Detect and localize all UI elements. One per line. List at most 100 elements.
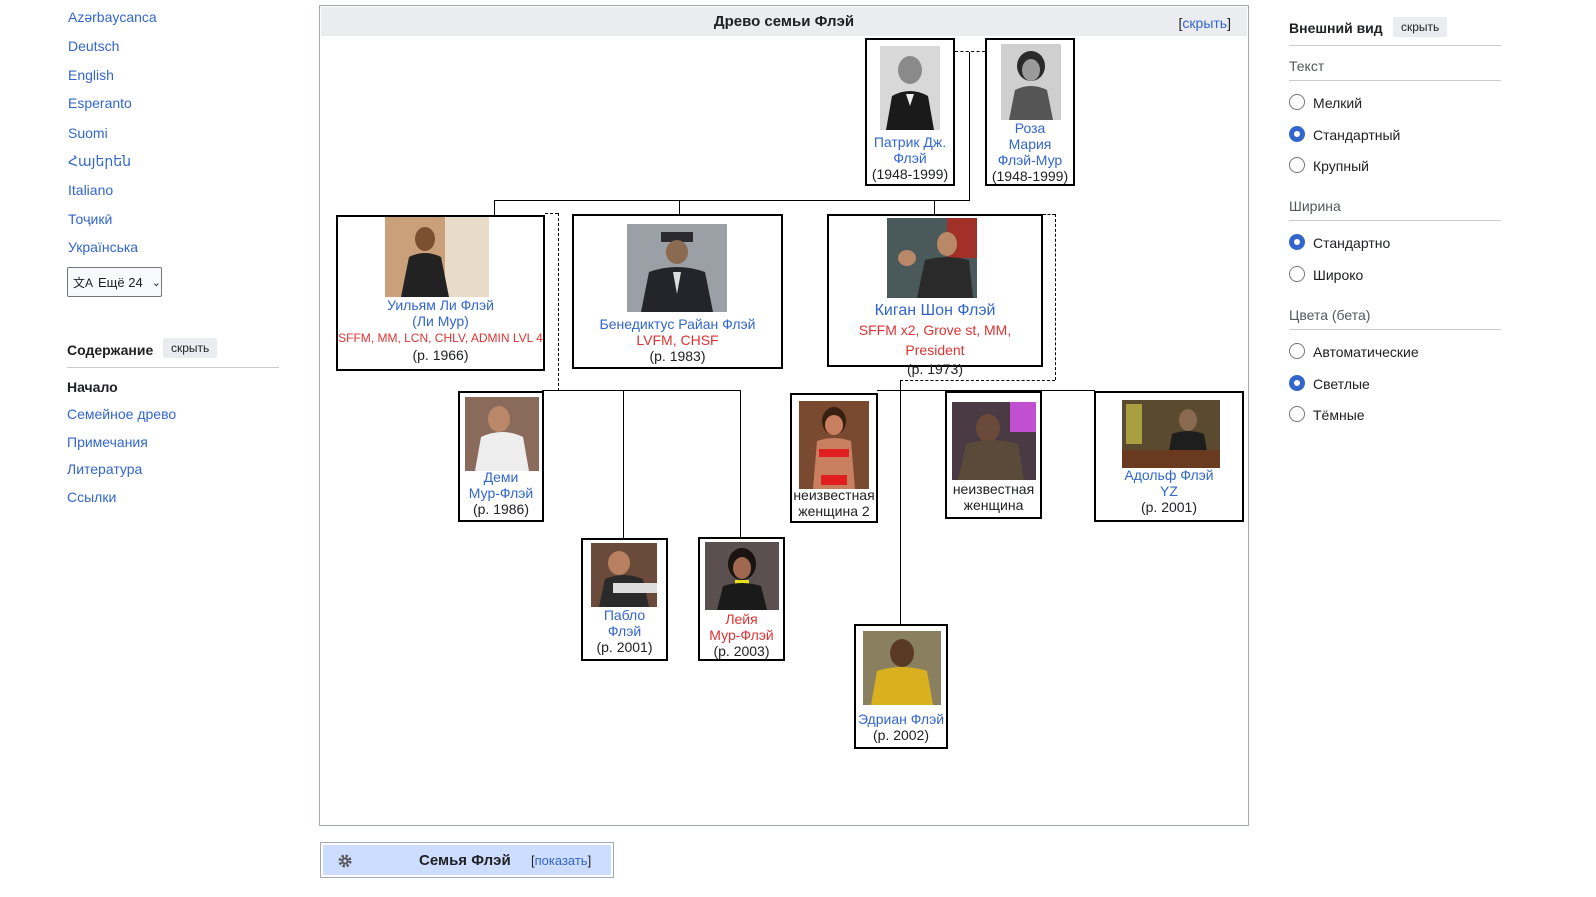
person-years: (р. 2001) bbox=[596, 639, 653, 655]
navbox-show-link[interactable]: показать bbox=[535, 853, 588, 868]
toc-item-notes[interactable]: Примечания bbox=[67, 434, 148, 450]
lang-link-tg[interactable]: Тоҷикӣ bbox=[68, 211, 112, 227]
portrait-photo bbox=[863, 631, 941, 705]
person-card-unknown-woman: неизвестная женщина bbox=[945, 391, 1042, 519]
person-link-adrian[interactable]: Эдриан Флэй bbox=[856, 711, 946, 727]
tree-line bbox=[679, 200, 680, 214]
radio-text-small[interactable] bbox=[1289, 94, 1305, 110]
family-tree-title: Древо семьи Флэй bbox=[713, 13, 855, 30]
gear-icon[interactable] bbox=[337, 853, 353, 869]
section-divider bbox=[1289, 220, 1501, 221]
person-link-rosa-2[interactable]: Мария bbox=[987, 136, 1073, 152]
translate-icon: 文A bbox=[73, 275, 94, 290]
appearance-title: Внешний вид bbox=[1289, 20, 1383, 36]
radio-color-light[interactable] bbox=[1289, 375, 1305, 391]
marriage-line bbox=[1055, 214, 1056, 380]
person-tags: SFFM x2, Grove st, MM, President bbox=[858, 322, 1012, 358]
person-card-adrian: Эдриан Флэй (р. 2002) bbox=[854, 624, 948, 749]
person-link-rosa[interactable]: Роза bbox=[987, 120, 1073, 136]
family-tree-toggle: [скрыть] bbox=[1178, 15, 1231, 31]
toc-divider bbox=[67, 367, 279, 368]
radio-width-wide[interactable] bbox=[1289, 266, 1305, 282]
person-link-pablo[interactable]: Пабло bbox=[583, 607, 666, 623]
radio-width-standard[interactable] bbox=[1289, 234, 1305, 250]
marriage-line bbox=[900, 380, 1055, 381]
person-years: (р. 2002) bbox=[872, 727, 930, 743]
person-years: (р. 1973) bbox=[906, 361, 964, 377]
person-link-leia-surname[interactable]: Мур-Флэй bbox=[700, 627, 783, 643]
person-card-leia: Лейя Мур-Флэй (р. 2003) bbox=[698, 537, 785, 661]
person-link-benedict[interactable]: Бенедиктус Райан Флэй bbox=[574, 316, 781, 332]
person-card-unknown-woman-2: неизвестная женщина 2 bbox=[790, 393, 878, 523]
person-link-adolf[interactable]: Адольф Флэй bbox=[1096, 467, 1242, 483]
appearance-hide-button[interactable]: скрыть bbox=[1393, 17, 1448, 37]
person-label: неизвестная bbox=[793, 487, 875, 503]
lang-link-de[interactable]: Deutsch bbox=[68, 38, 119, 54]
portrait-photo bbox=[1001, 44, 1061, 120]
radio-label: Стандартный bbox=[1313, 127, 1401, 143]
tree-line bbox=[740, 390, 741, 538]
tree-line bbox=[969, 52, 970, 201]
section-divider bbox=[1289, 80, 1501, 81]
portrait-photo bbox=[705, 542, 779, 610]
toc-item-literature[interactable]: Литература bbox=[67, 461, 142, 477]
person-link-rosa-3[interactable]: Флэй-Мур bbox=[987, 152, 1073, 168]
radio-label: Автоматические bbox=[1313, 344, 1419, 360]
person-link-leia[interactable]: Лейя bbox=[700, 611, 783, 627]
marriage-line bbox=[1043, 214, 1055, 215]
marriage-line bbox=[955, 51, 985, 52]
tree-line bbox=[494, 200, 970, 201]
toc-item-family-tree[interactable]: Семейное древо bbox=[67, 406, 176, 422]
person-link-demi[interactable]: Деми bbox=[460, 469, 542, 485]
person-link-demi-surname[interactable]: Мур-Флэй bbox=[460, 485, 542, 501]
width-label: Ширина bbox=[1289, 198, 1341, 214]
lang-link-az[interactable]: Azərbaycanca bbox=[68, 9, 157, 25]
lang-link-uk[interactable]: Українська bbox=[68, 239, 138, 255]
person-link-keegan[interactable]: Киган Шон Флэй bbox=[829, 302, 1041, 320]
lang-link-eo[interactable]: Esperanto bbox=[68, 95, 132, 111]
person-link-adolf-tag[interactable]: YZ bbox=[1096, 483, 1242, 499]
radio-text-standard[interactable] bbox=[1289, 126, 1305, 142]
person-label: неизвестная bbox=[952, 481, 1035, 497]
person-years: (1948-1999) bbox=[991, 168, 1069, 184]
radio-label: Стандартно bbox=[1313, 235, 1391, 251]
text-size-label: Текст bbox=[1289, 58, 1325, 74]
lang-link-en[interactable]: English bbox=[68, 67, 114, 83]
lang-link-hy[interactable]: Հայերեն bbox=[68, 153, 131, 170]
person-link-pablo-surname[interactable]: Флэй bbox=[583, 623, 666, 639]
person-link-patrick[interactable]: Патрик Дж. bbox=[867, 134, 953, 150]
toc-item-links[interactable]: Ссылки bbox=[67, 489, 116, 505]
family-navbox: Семья Флэй [показать] bbox=[320, 842, 614, 878]
person-label: женщина bbox=[963, 497, 1024, 513]
person-years: (р. 2003) bbox=[713, 643, 770, 659]
colors-label: Цвета (бета) bbox=[1289, 307, 1371, 323]
portrait-photo bbox=[880, 46, 940, 130]
person-card-william: Уильям Ли Флэй (Ли Мур) SFFM, MM, LCN, C… bbox=[336, 215, 545, 371]
lang-link-fi[interactable]: Suomi bbox=[68, 125, 108, 141]
toc-title: Содержание bbox=[67, 342, 154, 358]
marriage-line bbox=[558, 213, 559, 391]
person-tags: SFFM, MM, LCN, CHLV, ADMIN LVL 4 bbox=[338, 331, 543, 345]
toc-item-start[interactable]: Начало bbox=[67, 379, 118, 395]
portrait-photo bbox=[799, 401, 869, 489]
toc-hide-button[interactable]: скрыть bbox=[163, 338, 218, 358]
radio-text-large[interactable] bbox=[1289, 157, 1305, 173]
person-label: женщина 2 bbox=[798, 503, 870, 519]
appearance-divider bbox=[1289, 45, 1501, 46]
tree-line bbox=[494, 200, 495, 215]
person-link-william-alias[interactable]: (Ли Мур) bbox=[338, 313, 543, 329]
radio-label: Мелкий bbox=[1313, 95, 1363, 111]
person-link-patrick-surname[interactable]: Флэй bbox=[867, 150, 953, 166]
radio-color-auto[interactable] bbox=[1289, 343, 1305, 359]
navbox-toggle: [показать] bbox=[531, 853, 592, 868]
person-card-demi: Деми Мур-Флэй (р. 1986) bbox=[458, 391, 544, 522]
family-tree-hide-link[interactable]: скрыть bbox=[1182, 15, 1227, 31]
more-languages-button[interactable]: 文A Ещё 24 ⌄ bbox=[67, 267, 162, 297]
person-years: (1948-1999) bbox=[871, 166, 949, 182]
lang-link-it[interactable]: Italiano bbox=[68, 182, 113, 198]
portrait-photo bbox=[627, 224, 727, 312]
portrait-photo bbox=[887, 218, 977, 298]
radio-color-dark[interactable] bbox=[1289, 406, 1305, 422]
person-card-benedict: Бенедиктус Райан Флэй LVFM, CHSF (р. 198… bbox=[572, 214, 783, 369]
person-link-william[interactable]: Уильям Ли Флэй bbox=[338, 297, 543, 313]
